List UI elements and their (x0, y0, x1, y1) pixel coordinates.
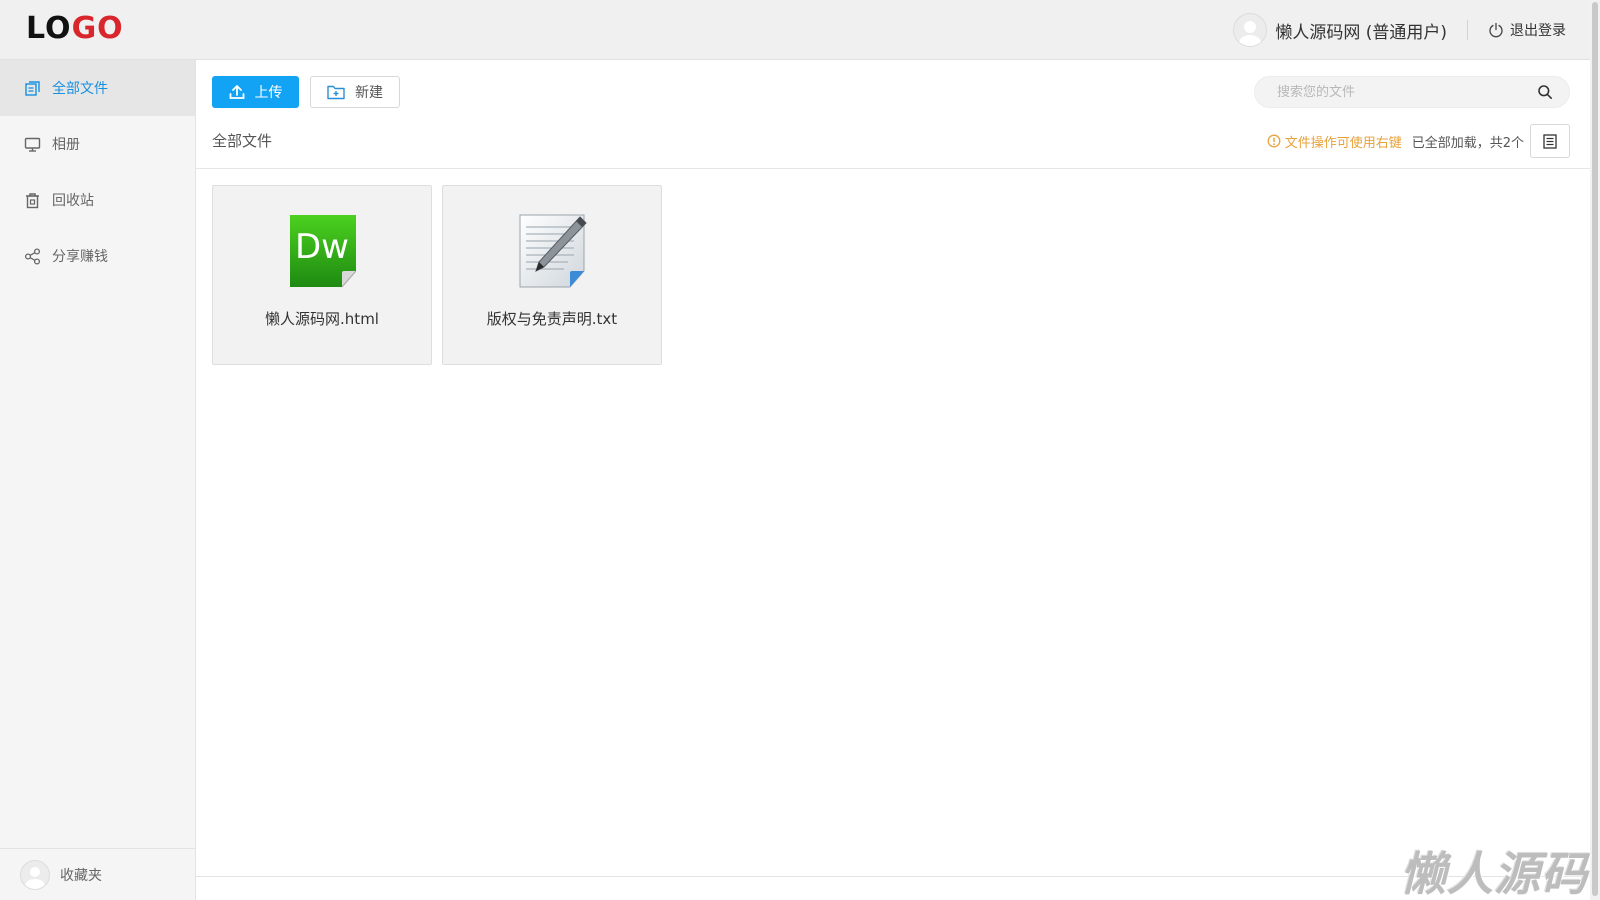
user-area: 懒人源码网 (普通用户) 退出登录 (1233, 0, 1566, 60)
favorites-label: 收藏夹 (60, 867, 102, 884)
sidebar-item-share-earn[interactable]: 分享赚钱 (0, 228, 195, 284)
toolbar: 上传 新建 (212, 76, 400, 108)
user-avatar[interactable] (1233, 13, 1268, 47)
main-content: 上传 新建 全部文件 文件操作可使用右键 已全部加载，共2个 (196, 60, 1590, 900)
sidebar-item-label: 回收站 (52, 193, 94, 209)
logout-label: 退出登录 (1510, 23, 1566, 39)
file-card-txt[interactable]: 版权与免责声明.txt (442, 185, 662, 365)
sidebar-item-recycle-bin[interactable]: 回收站 (0, 172, 195, 228)
monitor-icon (24, 137, 41, 152)
logo-text-lo: LO (26, 11, 72, 46)
footer-divider (196, 876, 1590, 877)
file-name: 懒人源码网.html (265, 310, 379, 328)
loaded-count: 已全部加载，共2个 (1411, 135, 1524, 151)
share-icon (24, 247, 41, 265)
new-label: 新建 (355, 85, 383, 101)
sidebar-item-label: 相册 (52, 137, 80, 153)
username[interactable]: 懒人源码网 (普通用户) (1275, 18, 1447, 43)
upload-button[interactable]: 上传 (212, 76, 299, 108)
sidebar-item-album[interactable]: 相册 (0, 116, 195, 172)
search-icon[interactable] (1537, 84, 1553, 100)
top-header: LOGO 懒人源码网 (普通用户) 退出登录 (0, 0, 1590, 60)
search-box (1254, 76, 1570, 108)
new-folder-icon (327, 85, 345, 100)
sidebar-item-label: 分享赚钱 (52, 249, 108, 265)
content-divider (196, 168, 1590, 169)
files-icon (25, 80, 40, 96)
logo-text-go: GO (71, 11, 124, 46)
tip-text: 文件操作可使用右键 (1284, 135, 1402, 151)
file-card-html[interactable]: Dw 懒人源码网.html (212, 185, 432, 365)
page-scrollbar[interactable] (1590, 0, 1600, 900)
file-name: 版权与免责声明.txt (486, 310, 618, 328)
logo[interactable]: LOGO (26, 13, 124, 45)
list-view-icon (1543, 133, 1557, 149)
logout-button[interactable]: 退出登录 (1488, 20, 1566, 40)
sidebar-favorites[interactable]: 收藏夹 (0, 848, 195, 900)
file-grid: Dw 懒人源码网.html 版权与免责声明.txt (212, 185, 672, 365)
upload-label: 上传 (254, 85, 283, 101)
power-icon (1489, 22, 1503, 38)
watermark: 懒人源码 (1400, 847, 1588, 900)
right-click-tip: 文件操作可使用右键 (1267, 132, 1402, 151)
dreamweaver-file-icon: Dw (290, 215, 357, 288)
search-input[interactable] (1277, 77, 1527, 107)
trash-icon (26, 192, 39, 208)
sidebar-item-label: 全部文件 (52, 81, 108, 97)
sidebar: 全部文件 相册 回收站 分享赚钱 收藏夹 (0, 60, 196, 900)
view-toggle-button[interactable] (1530, 124, 1570, 158)
new-folder-button[interactable]: 新建 (310, 76, 400, 108)
favorites-avatar (20, 859, 50, 890)
upload-icon (229, 85, 244, 99)
scrollbar-thumb[interactable] (1592, 2, 1598, 896)
text-file-icon (519, 214, 587, 288)
breadcrumb[interactable]: 全部文件 (212, 130, 272, 151)
status-area: 文件操作可使用右键 已全部加载，共2个 (1267, 124, 1570, 158)
svg-text:Dw: Dw (295, 227, 349, 267)
info-icon (1267, 134, 1281, 148)
header-divider (1467, 20, 1468, 40)
sidebar-item-all-files[interactable]: 全部文件 (0, 60, 195, 116)
